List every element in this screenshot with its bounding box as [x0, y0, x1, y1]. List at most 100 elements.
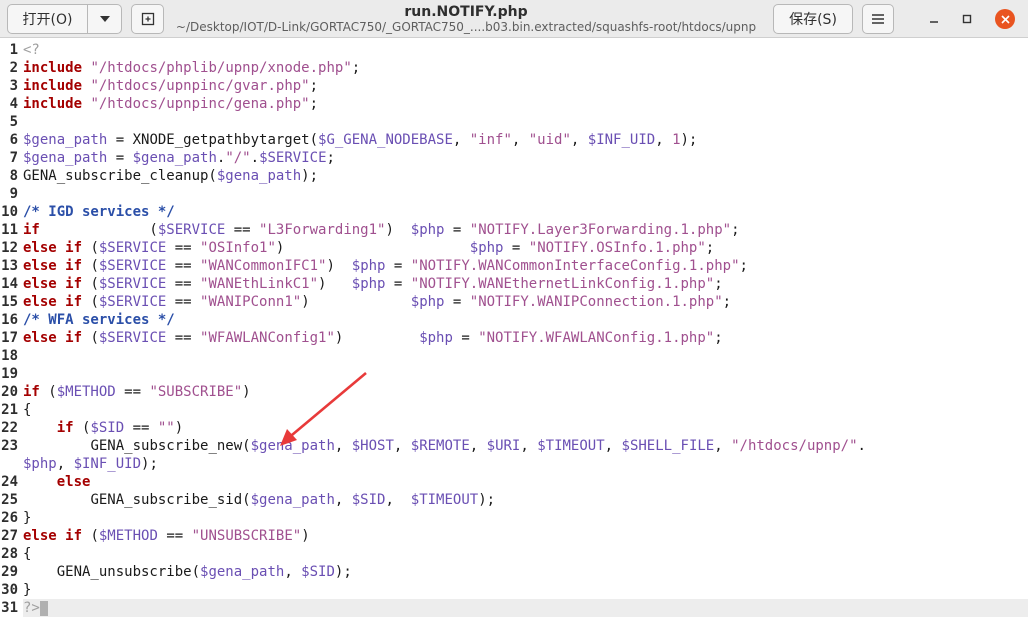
close-button[interactable]	[995, 9, 1015, 29]
code-line[interactable]: include "/htdocs/phplib/upnp/xnode.php";	[23, 59, 1028, 77]
open-button[interactable]: 打开(O)	[7, 4, 88, 34]
code-line[interactable]	[23, 113, 1028, 131]
open-button-label: 打开(O)	[22, 12, 73, 28]
code-line[interactable]: $gena_path = $gena_path."/".$SERVICE;	[23, 149, 1028, 167]
code-line[interactable]: include "/htdocs/upnpinc/gvar.php";	[23, 77, 1028, 95]
minimize-button[interactable]	[924, 9, 944, 29]
code-token: $HOST	[351, 438, 394, 454]
code-line[interactable]: else if ($SERVICE == "WANCommonIFC1") $p…	[23, 257, 1028, 275]
save-button[interactable]: 保存(S)	[773, 4, 853, 34]
code-token: ;	[714, 276, 723, 292]
code-token: (	[82, 258, 99, 274]
code-line[interactable]: GENA_subscribe_new($gena_path, $HOST, $R…	[23, 437, 1028, 455]
code-line[interactable]: /* WFA services */	[23, 311, 1028, 329]
text-editor[interactable]: 1 2 3 4 5 6 7 8 9 10 11 12 13 14 15 16 17 18 19 20 21 22 23 24 2…	[0, 41, 1028, 630]
window-title-area: run.NOTIFY.php ~/Desktop/IOT/D-Link/GORT…	[170, 4, 762, 35]
code-token: $TIMEOUT	[537, 438, 605, 454]
line-number: 1	[9, 42, 18, 58]
window-title: run.NOTIFY.php	[404, 4, 528, 20]
code-token: ,	[393, 438, 411, 454]
code-token: $METHOD	[56, 384, 116, 400]
code-token: .	[250, 150, 260, 166]
code-token: $SID	[90, 420, 125, 436]
line-number: 9	[9, 186, 18, 202]
code-line[interactable]: {	[23, 401, 1028, 419]
code-token: $gena_path	[23, 132, 108, 148]
line-number: 5	[9, 114, 18, 130]
code-line[interactable]: {	[23, 545, 1028, 563]
code-token: $SHELL_FILE	[621, 438, 715, 454]
code-line[interactable]: <?	[23, 41, 1028, 59]
code-line[interactable]: if ($SERVICE == "L3Forwarding1") $php = …	[23, 221, 1028, 239]
code-token: )	[334, 330, 420, 346]
line-number: 28	[1, 546, 18, 562]
code-line[interactable]: if ($METHOD == "SUBSCRIBE")	[23, 383, 1028, 401]
code-view[interactable]: <? include "/htdocs/phplib/upnp/xnode.php…	[23, 41, 1028, 617]
code-token: ;	[739, 258, 748, 274]
code-line[interactable]: $gena_path = XNODE_getpathbytarget($G_GE…	[23, 131, 1028, 149]
code-token: $gena_path	[250, 492, 335, 508]
code-token: ,	[511, 132, 529, 148]
code-line[interactable]: else if ($SERVICE == "WFAWLANConfig1") $…	[23, 329, 1028, 347]
line-number: 19	[1, 366, 18, 382]
code-line[interactable]: GENA_subscribe_sid($gena_path, $SID, $TI…	[23, 491, 1028, 509]
code-line[interactable]: else if ($SERVICE == "WANEthLinkC1") $ph…	[23, 275, 1028, 293]
code-token: );	[301, 168, 319, 184]
code-token: );	[141, 456, 158, 472]
code-token: ,	[452, 132, 470, 148]
close-icon	[1000, 14, 1010, 24]
code-token: ==	[166, 240, 201, 256]
code-token: $SERVICE	[157, 222, 226, 238]
line-number: 22	[1, 420, 18, 436]
code-line[interactable]: else if ($SERVICE == "OSInfo1") $php = "…	[23, 239, 1028, 257]
code-token: "WANIPConn1"	[200, 294, 302, 310]
code-token: )	[301, 528, 310, 544]
maximize-button[interactable]	[957, 9, 977, 29]
code-line[interactable]: }	[23, 581, 1028, 599]
code-token: $SERVICE	[98, 330, 167, 346]
code-token: include	[23, 78, 83, 94]
code-token: include	[23, 60, 83, 76]
code-line[interactable]: $php, $INF_UID);	[23, 455, 1028, 473]
code-line[interactable]: /* IGD services */	[23, 203, 1028, 221]
code-line[interactable]: GENA_unsubscribe($gena_path, $SID);	[23, 563, 1028, 581]
code-token: $php	[351, 276, 386, 292]
line-number: 27	[1, 528, 18, 544]
line-number: 31	[1, 600, 18, 616]
code-line[interactable]	[23, 185, 1028, 203]
code-token: $gena_path	[23, 150, 108, 166]
code-line[interactable]	[23, 347, 1028, 365]
code-token: ;	[309, 96, 319, 112]
code-line[interactable]: else if ($METHOD == "UNSUBSCRIBE")	[23, 527, 1028, 545]
menu-button[interactable]	[862, 4, 894, 34]
code-token: ,	[334, 492, 352, 508]
code-line[interactable]: else	[23, 473, 1028, 491]
code-token: );	[478, 492, 496, 508]
code-token: =	[452, 330, 479, 346]
code-token: else	[56, 474, 91, 490]
line-number: 16	[1, 312, 18, 328]
text-cursor	[39, 600, 48, 616]
code-token: ==	[225, 222, 260, 238]
code-line[interactable]: ?>	[23, 599, 1028, 617]
line-number: 12	[1, 240, 18, 256]
code-line[interactable]: else if ($SERVICE == "WANIPConn1") $php …	[23, 293, 1028, 311]
line-number: 14	[1, 276, 18, 292]
code-token: ,	[56, 456, 74, 472]
open-menu-button[interactable]	[87, 4, 122, 34]
code-token: "WANCommonIFC1"	[200, 258, 327, 274]
code-token: "NOTIFY.WFAWLANConfig.1.php"	[478, 330, 715, 346]
code-line[interactable]: include "/htdocs/upnpinc/gena.php";	[23, 95, 1028, 113]
code-token: "OSInfo1"	[200, 240, 276, 256]
code-token: );	[680, 132, 698, 148]
code-line[interactable]	[23, 365, 1028, 383]
code-token: (	[82, 240, 99, 256]
code-token: $gena_path	[132, 150, 217, 166]
new-tab-button[interactable]	[131, 4, 164, 34]
code-line[interactable]: GENA_subscribe_cleanup($gena_path);	[23, 167, 1028, 185]
code-line[interactable]: if ($SID == "")	[23, 419, 1028, 437]
code-token: =	[107, 150, 133, 166]
code-token: if	[23, 222, 40, 238]
code-line[interactable]: }	[23, 509, 1028, 527]
